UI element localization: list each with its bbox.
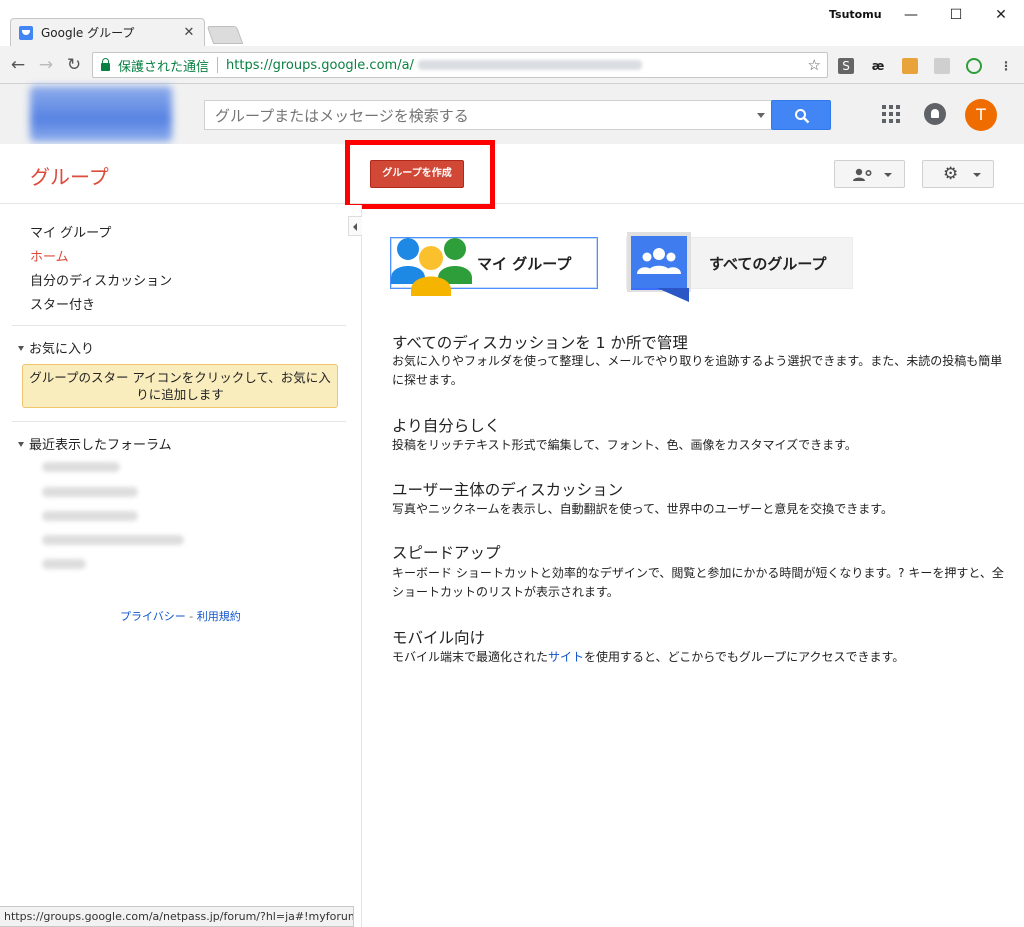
url-blurred-path — [417, 60, 642, 70]
member-settings-caret-icon — [884, 173, 892, 177]
browser-tab[interactable]: Google グループ ✕ — [10, 18, 205, 46]
sidebar-item-my-groups[interactable]: マイ グループ — [30, 222, 111, 241]
tab-close-icon[interactable]: ✕ — [182, 25, 196, 40]
secure-label: 保護された通信 — [118, 59, 210, 75]
groups-title[interactable]: グループ — [30, 161, 109, 190]
minimize-icon[interactable]: — — [888, 4, 934, 26]
address-bar[interactable]: 保護された通信 https://groups.google.com/a/ ☆ — [92, 52, 828, 78]
feature-title: すべてのディスカッションを 1 か所で管理 — [392, 334, 688, 352]
favorites-hint: グループのスター アイコンをクリックして、お気に入りに追加します — [22, 364, 338, 408]
gear-icon: ⚙ — [943, 164, 959, 184]
search-button[interactable] — [771, 100, 831, 130]
maximize-icon[interactable]: ☐ — [933, 4, 979, 26]
search-input[interactable]: グループまたはメッセージを検索する — [204, 100, 772, 130]
window-close-icon[interactable]: ✕ — [978, 4, 1024, 26]
browser-titlebar: Google グループ ✕ Tsutomu — ☐ ✕ — [0, 0, 1024, 46]
extension-paint-icon[interactable] — [902, 58, 918, 74]
search-options-dropdown-icon[interactable] — [757, 113, 765, 118]
new-tab-button[interactable] — [206, 26, 244, 44]
search-placeholder: グループまたはメッセージを検索する — [215, 106, 469, 125]
apps-grid-icon[interactable] — [882, 105, 900, 123]
back-arrow-icon[interactable]: ← — [7, 54, 29, 76]
sidebar-divider — [12, 325, 346, 326]
forward-arrow-icon[interactable]: → — [35, 54, 57, 76]
feature-description: モバイル端末で最適化されたサイトを使用すると、どこからでもグループにアクセスでき… — [392, 648, 1004, 667]
sidebar-item-starred[interactable]: スター付き — [30, 294, 95, 313]
collapse-triangle-icon — [18, 442, 24, 447]
person-settings-icon — [853, 168, 872, 181]
sidebar-divider — [12, 421, 346, 422]
feature-title: ユーザー主体のディスカッション — [392, 481, 624, 499]
all-groups-card-label: すべてのグループ — [709, 254, 827, 273]
privacy-link[interactable]: プライバシー — [120, 610, 186, 623]
sidebar-item-home[interactable]: ホーム — [30, 246, 69, 265]
my-groups-card-label: マイ グループ — [477, 254, 572, 273]
people-group-icon — [391, 238, 472, 296]
sidebar-footer-links: プライバシー - 利用規約 — [120, 608, 241, 624]
recent-forum-item[interactable] — [42, 559, 86, 569]
browser-menu-icon[interactable]: ⋮ — [998, 58, 1014, 74]
feature-title: より自分らしく — [392, 417, 501, 435]
google-groups-favicon-icon — [19, 25, 33, 40]
settings-button[interactable]: ⚙ — [922, 160, 994, 188]
favorites-section-toggle[interactable]: お気に入り — [18, 338, 94, 357]
sidebar-item-my-discussions[interactable]: 自分のディスカッション — [30, 270, 172, 289]
feature-title: スピードアップ — [392, 544, 501, 562]
member-settings-button[interactable] — [834, 160, 905, 188]
favorites-heading: お気に入り — [29, 342, 95, 357]
feature-description: 投稿をリッチテキスト形式で編集して、フォント、色、画像をカスタマイズできます。 — [392, 438, 857, 452]
mobile-desc-after: を使用すると、どこからでもグループにアクセスできます。 — [584, 650, 905, 664]
recent-forums-section-toggle[interactable]: 最近表示したフォーラム — [18, 434, 172, 453]
extension-s-icon[interactable]: S — [838, 58, 854, 74]
browser-status-bar: https://groups.google.com/a/netpass.jp/f… — [0, 906, 354, 927]
recent-forum-item[interactable] — [42, 511, 138, 521]
feature-title: モバイル向け — [392, 629, 486, 647]
url-text: https://groups.google.com/a/ — [226, 57, 414, 73]
mobile-site-link[interactable]: サイト — [548, 650, 584, 664]
reload-icon[interactable]: ↻ — [63, 54, 85, 76]
all-groups-card[interactable]: すべてのグループ — [626, 232, 853, 304]
google-header: グループまたはメッセージを検索する — [0, 84, 1024, 144]
terms-link[interactable]: 利用規約 — [197, 610, 241, 623]
recent-forum-item[interactable] — [42, 462, 120, 472]
recent-forum-item[interactable] — [42, 487, 138, 497]
feature-description: お気に入りやフォルダを使って整理し、メールでやり取りを追跡するよう選択できます。… — [392, 354, 1003, 387]
recent-forums-heading: 最近表示したフォーラム — [29, 438, 172, 453]
bookmark-star-icon[interactable]: ☆ — [808, 56, 821, 74]
sidebar-collapse-toggle[interactable] — [348, 216, 362, 236]
feature-description: キーボード ショートカットと効率的なデザインで、閲覧と参加にかかる時間が短くなり… — [392, 566, 1004, 599]
recent-forum-item[interactable] — [42, 535, 184, 545]
notifications-bell-icon[interactable] — [924, 103, 946, 125]
collapse-triangle-icon — [18, 346, 24, 351]
create-button-highlight-annotation — [345, 140, 495, 209]
settings-caret-icon — [973, 173, 981, 177]
mobile-desc-before: モバイル端末で最適化された — [392, 650, 549, 664]
extension-circle-icon[interactable] — [966, 58, 982, 74]
feature-description: 写真やニックネームを表示し、自動翻訳を使って、世界中のユーザーと意見を交換できま… — [392, 502, 894, 516]
extension-ae-icon[interactable]: æ — [870, 58, 886, 74]
all-groups-icon — [627, 232, 691, 304]
rss-icon[interactable] — [934, 58, 950, 74]
browser-profile-name[interactable]: Tsutomu — [829, 8, 882, 21]
organization-logo[interactable] — [30, 86, 172, 142]
tab-title: Google グループ — [41, 26, 135, 40]
omnibox-divider — [217, 57, 219, 73]
lock-icon — [101, 57, 110, 71]
footer-separator: - — [189, 610, 197, 623]
account-avatar[interactable]: T — [965, 99, 997, 131]
search-icon — [795, 109, 810, 124]
my-groups-card[interactable]: マイ グループ — [390, 237, 598, 296]
browser-toolbar: ← → ↻ 保護された通信 https://groups.google.com/… — [0, 46, 1024, 84]
